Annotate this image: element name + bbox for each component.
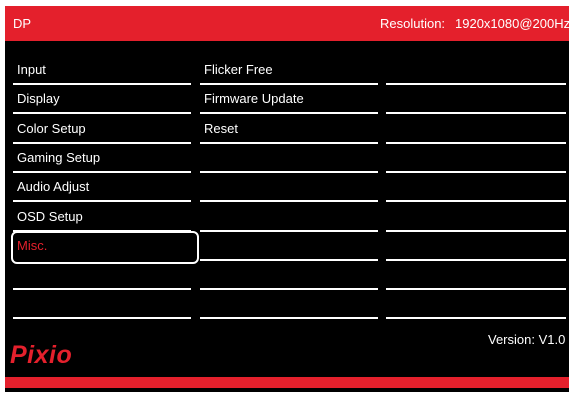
submenu-item-empty-4 — [200, 144, 378, 173]
menu-item-label: OSD Setup — [17, 208, 83, 224]
submenu-item-label: Reset — [204, 120, 238, 136]
menu-item-empty-8 — [13, 261, 191, 291]
menu-item-display[interactable]: Display — [13, 85, 191, 115]
bottom-accent-bar — [5, 377, 569, 388]
menu-item-misc[interactable]: Misc. — [11, 230, 199, 264]
menu-item-empty-9 — [13, 290, 191, 320]
resolution-label: Resolution: — [380, 16, 446, 31]
row-divider — [13, 317, 191, 320]
pixio-logo: Pixio — [10, 341, 73, 369]
submenu-item-empty-5 — [200, 173, 378, 203]
menu-item-label: Display — [17, 91, 60, 107]
submenu-item-empty-9 — [200, 290, 378, 320]
osd-header: DP Resolution: 1920x1080@200Hz — [5, 6, 569, 41]
option-slot-empty-5 — [386, 173, 566, 203]
option-slot-empty-9 — [386, 290, 566, 320]
submenu-item-label: Flicker Free — [204, 62, 273, 77]
menu-item-label: Audio Adjust — [17, 179, 90, 195]
option-slot-empty-8 — [386, 261, 566, 291]
submenu-item-flicker-free[interactable]: Flicker Free — [200, 56, 378, 85]
option-slot-empty-3 — [386, 115, 566, 144]
option-slot-empty-4 — [386, 144, 566, 173]
firmware-version: Version: V1.0 — [488, 332, 566, 347]
menu-item-osd-setup[interactable]: OSD Setup — [13, 203, 191, 232]
osd-menu: DP Resolution: 1920x1080@200Hz Input Disp… — [5, 6, 569, 392]
input-source-indicator: DP — [13, 16, 32, 31]
option-slot-empty-7 — [386, 232, 566, 261]
row-divider — [386, 317, 566, 320]
menu-item-label: Gaming Setup — [17, 149, 101, 165]
resolution-value: 1920x1080@200Hz — [455, 16, 569, 31]
menu-item-label: Color Setup — [17, 120, 86, 136]
submenu-item-empty-8 — [200, 261, 378, 291]
option-slot-empty-1 — [386, 56, 566, 85]
option-slot-empty-2 — [386, 85, 566, 115]
submenu-item-reset[interactable]: Reset — [200, 115, 378, 144]
menu-item-input[interactable]: Input — [13, 56, 191, 85]
option-slot-empty-6 — [386, 203, 566, 232]
row-divider — [200, 317, 378, 320]
menu-item-label: Misc. — [17, 237, 48, 253]
submenu-item-empty-6 — [200, 203, 378, 232]
menu-item-audio-adjust[interactable]: Audio Adjust — [13, 173, 191, 203]
menu-item-label: Input — [17, 62, 46, 77]
submenu-item-empty-7 — [200, 232, 378, 261]
menu-item-color-setup[interactable]: Color Setup — [13, 115, 191, 144]
submenu-item-firmware-update[interactable]: Firmware Update — [200, 85, 378, 115]
submenu-item-label: Firmware Update — [204, 91, 304, 107]
menu-item-gaming-setup[interactable]: Gaming Setup — [13, 144, 191, 173]
